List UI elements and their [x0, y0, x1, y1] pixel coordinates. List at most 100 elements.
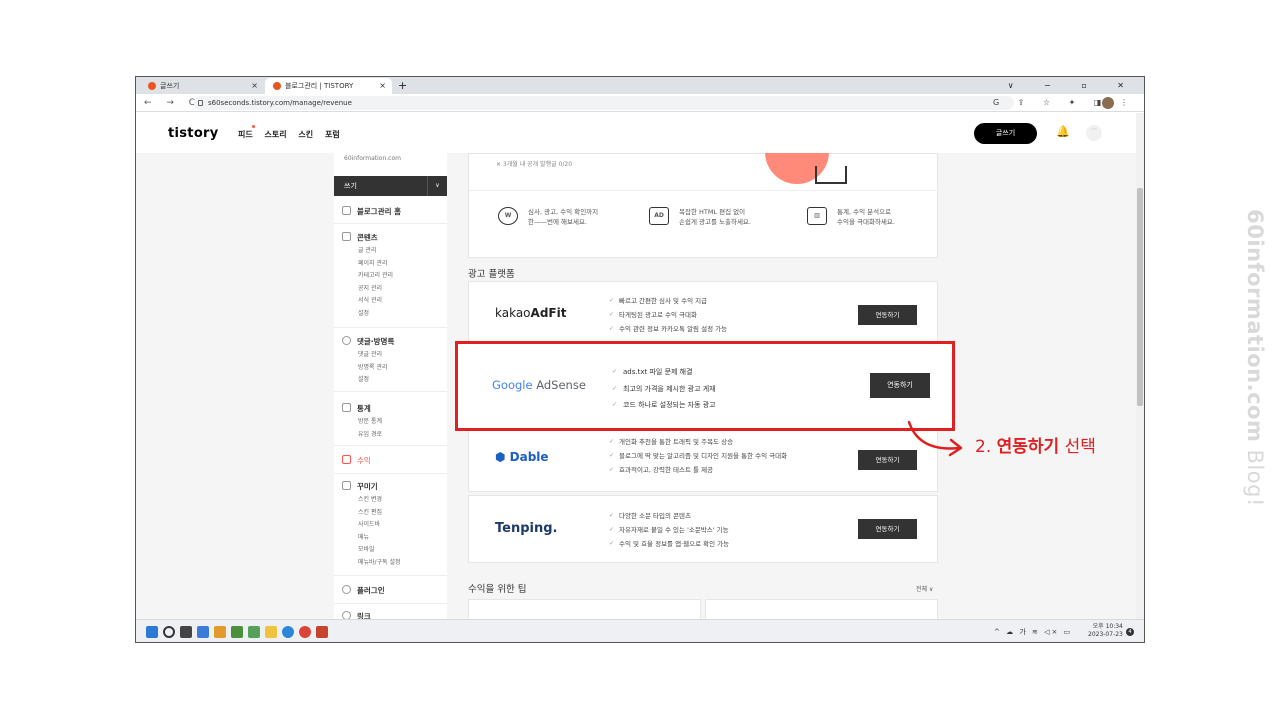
search-app-icon[interactable]	[197, 626, 209, 638]
windows-start-icon[interactable]	[146, 626, 158, 638]
browser-toolbar-icons[interactable]: G ⇪ ☆ ✦ ◨ ⋮	[993, 94, 1136, 112]
sidebar-item-skin-edit[interactable]: 스킨 편집	[358, 507, 401, 520]
file-explorer-icon[interactable]	[265, 626, 277, 638]
sidebar-section-label: 수익	[357, 456, 371, 465]
sidebar-section-links[interactable]: 링크	[342, 611, 371, 619]
page-scrollbar[interactable]	[1136, 113, 1144, 619]
connect-button-kakao-adfit[interactable]: 연동하기	[858, 305, 917, 325]
chrome-icon[interactable]	[299, 626, 311, 638]
feature-item: 자유자재로 붙일 수 있는 '소문박스' 기능	[609, 523, 729, 537]
sidebar-section-content[interactable]: 콘텐츠	[342, 232, 378, 243]
close-icon[interactable]: ×	[379, 78, 386, 94]
connect-button-tenping[interactable]: 연동하기	[858, 519, 917, 539]
sidebar-item-visit-stats[interactable]: 방문 통계	[358, 416, 382, 429]
banner-status-text: ✕ 3개월 내 공개 발행글 0/20	[496, 161, 573, 168]
google-adsense-logo: Google AdSense	[492, 378, 586, 392]
feature-analytics: ▥ 통계, 수익 분석으로 수익을 극대화하세요.	[807, 207, 895, 227]
app-icon[interactable]	[248, 626, 260, 638]
logo-prefix: kakao	[495, 306, 531, 320]
tab-strip: 글쓰기 × 블로그관리 | TISTORY × + ∨ − ▫ ✕	[136, 77, 1144, 94]
palette-icon	[342, 481, 351, 490]
sidebar-item-content-settings[interactable]: 설정	[358, 308, 393, 321]
sidebar-item-comments[interactable]: 댓글 관리	[358, 349, 388, 362]
nav-story[interactable]: 스토리	[265, 130, 287, 139]
system-tray[interactable]: ^ ☁ 가 ≋ ◁× ▭	[994, 620, 1072, 642]
connect-button-google-adsense[interactable]: 연동하기	[870, 373, 930, 398]
write-button[interactable]: 글쓰기	[974, 123, 1037, 144]
sidebar-item-categories[interactable]: 카테고리 관리	[358, 270, 393, 283]
sidebar-write-button[interactable]: 쓰기 ∨	[334, 176, 447, 196]
sidebar-item-home[interactable]: 블로그관리 홈	[342, 206, 401, 217]
edge-icon[interactable]	[282, 626, 294, 638]
lock-icon	[198, 100, 203, 106]
stage: 글쓰기 × 블로그관리 | TISTORY × + ∨ − ▫ ✕ ← → C …	[0, 0, 1280, 720]
profile-icon[interactable]: ⌒	[1086, 125, 1102, 141]
app-icon[interactable]	[214, 626, 226, 638]
window-controls[interactable]: ∨ − ▫ ✕	[1008, 77, 1138, 94]
nav-feed[interactable]: 피드	[238, 130, 253, 139]
sidebar-section-label: 콘텐츠	[357, 233, 378, 242]
chevron-down-icon[interactable]: ∨	[427, 176, 447, 196]
sidebar-section-stats[interactable]: 통계	[342, 403, 371, 414]
clock-date: 2023-07-23	[1088, 631, 1123, 638]
sidebar-item-skin-change[interactable]: 스킨 변경	[358, 494, 401, 507]
url-input[interactable]: s60seconds.tistory.com/manage/revenue	[194, 96, 1014, 110]
blog-url-link[interactable]: 60information.com	[344, 155, 401, 162]
bell-icon[interactable]: 🔔	[1056, 125, 1070, 138]
sidebar-item-sidebar[interactable]: 사이드바	[358, 519, 401, 532]
platform-features: 빠르고 간편한 심사 및 수익 지급 타게팅된 광고로 수익 극대화 수익 관련…	[609, 294, 727, 336]
sidebar-section-comments[interactable]: 댓글·방명록	[342, 336, 394, 347]
sidebar-item-templates[interactable]: 서식 관리	[358, 295, 393, 308]
sidebar-item-menu[interactable]: 메뉴	[358, 532, 401, 545]
notification-badge[interactable]: 4	[1126, 628, 1134, 636]
tistory-favicon-icon	[148, 82, 156, 90]
app-icon[interactable]	[231, 626, 243, 638]
sidebar-section-customize[interactable]: 꾸미기	[342, 481, 378, 492]
sidebar-item-menubar[interactable]: 메뉴바/구독 설정	[358, 557, 401, 570]
platform-card-google-adsense-highlighted: Google AdSense ads.txt 파일 문제 해결 최고의 가격을 …	[455, 341, 955, 431]
powerpoint-icon[interactable]	[316, 626, 328, 638]
tip-card[interactable]	[468, 599, 701, 619]
annotation-suffix: 선택	[1059, 437, 1096, 457]
sidebar-item-mobile[interactable]: 모바일	[358, 544, 401, 557]
cube-icon: ⬢	[495, 450, 510, 464]
nav-buttons[interactable]: ← → C	[144, 94, 201, 112]
sidebar-item-referrer[interactable]: 유입 경로	[358, 429, 382, 442]
feature-line: 수익을 극대화하세요.	[837, 218, 895, 226]
tip-card[interactable]	[705, 599, 938, 619]
tab-blog-manage[interactable]: 블로그관리 | TISTORY ×	[265, 78, 392, 94]
analytics-monitor-icon: ▥	[807, 207, 827, 225]
sidebar-item-comment-settings[interactable]: 설정	[358, 374, 388, 387]
nav-skin[interactable]: 스킨	[298, 130, 313, 139]
feature-item: 효과적이고, 강력한 테스트 툴 제공	[609, 463, 787, 477]
watermark: 60information.com Blog!	[1240, 209, 1270, 507]
divider	[334, 391, 447, 392]
desk-illustration	[815, 166, 847, 184]
sidebar-section-revenue[interactable]: 수익	[342, 455, 371, 466]
sidebar-section-plugins[interactable]: 플러그인	[342, 585, 385, 596]
taskbar-clock[interactable]: 오후 10:34 2023-07-23	[1088, 623, 1123, 639]
task-view-icon[interactable]	[180, 626, 192, 638]
address-bar: ← → C s60seconds.tistory.com/manage/reve…	[136, 94, 1144, 112]
nav-forum[interactable]: 포럼	[325, 130, 340, 139]
watermark-text: 60information.com Blog!	[1243, 209, 1267, 507]
revenue-icon	[342, 455, 351, 464]
feature-item: 다양한 소문 타입의 콘텐츠	[609, 509, 729, 523]
sidebar-item-pages[interactable]: 페이지 관리	[358, 258, 393, 271]
search-icon[interactable]	[163, 626, 175, 638]
tistory-logo[interactable]: tistory	[168, 126, 219, 141]
tips-filter-dropdown[interactable]: 전체 ∨	[916, 584, 933, 593]
close-icon[interactable]: ×	[251, 78, 258, 94]
sidebar-item-posts[interactable]: 글 관리	[358, 245, 393, 258]
scrollbar-thumb[interactable]	[1137, 188, 1143, 406]
tab-label: 글쓰기	[160, 82, 180, 90]
feature-item: 블로그에 딱 맞는 알고리즘 및 디자인 지원을 통한 수익 극대화	[609, 449, 787, 463]
bar-chart-icon	[342, 403, 351, 412]
profile-avatar-icon[interactable]	[1102, 97, 1114, 109]
annotation-prefix: 2.	[975, 437, 997, 457]
sidebar-item-guestbook[interactable]: 방명록 관리	[358, 362, 388, 375]
sidebar-item-notices[interactable]: 공지 관리	[358, 283, 393, 296]
tab-write[interactable]: 글쓰기 ×	[140, 78, 264, 94]
feature-line: 통계, 수익 분석으로	[837, 208, 892, 216]
new-tab-button[interactable]: +	[398, 77, 407, 94]
